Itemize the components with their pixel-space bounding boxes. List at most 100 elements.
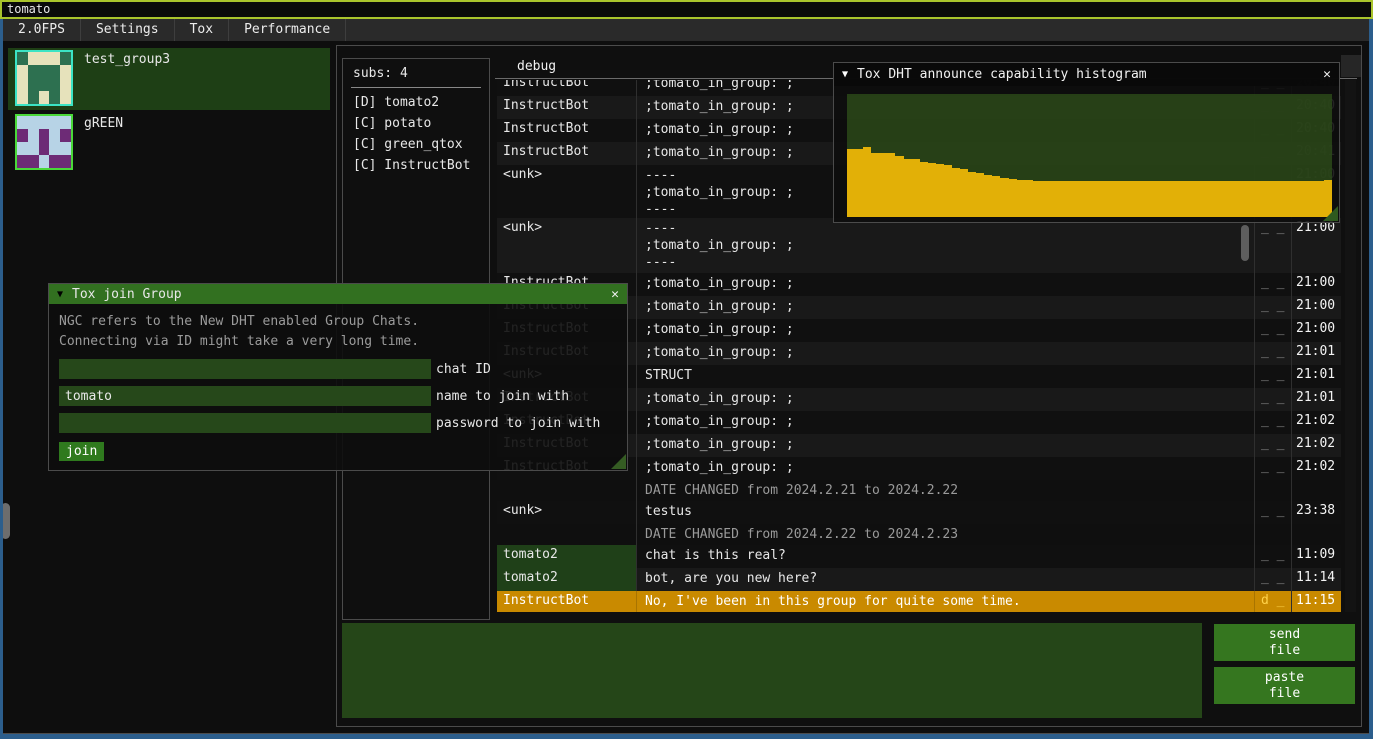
close-icon[interactable]: ✕ (1323, 67, 1331, 82)
sender-name: tomato2 (497, 545, 637, 568)
chat-id-input[interactable] (59, 359, 431, 379)
subs-list: [D] tomato2[C] potato[C] green_qtox[C] I… (343, 92, 489, 176)
histogram-bar (1211, 181, 1219, 217)
menu-item-2-0fps[interactable]: 2.0FPS (3, 19, 81, 41)
histogram-bar (871, 153, 879, 217)
subs-separator (351, 87, 481, 88)
histogram-bar (1017, 180, 1025, 217)
histogram-bar (960, 169, 968, 217)
chat-scrollbar[interactable] (1345, 80, 1356, 612)
resize-grip[interactable] (1323, 206, 1338, 221)
histogram-bar (1227, 181, 1235, 217)
histogram-bar (1299, 181, 1307, 217)
histogram-bar (1243, 181, 1251, 217)
histogram-bar (1130, 181, 1138, 217)
delivery-status: _ _ (1255, 411, 1292, 434)
message-time: 21:00 (1292, 319, 1340, 342)
histogram-bar (879, 153, 887, 217)
resize-grip[interactable] (611, 454, 626, 469)
subs-member[interactable]: [C] green_qtox (343, 134, 489, 155)
message-time: 21:02 (1292, 457, 1340, 480)
chat-row[interactable]: InstructBotNo, I've been in this group f… (497, 591, 1341, 612)
delivery-status: _ _ (1255, 296, 1292, 319)
message-text: ---- ;tomato_in_group: ; ---- (637, 218, 1255, 273)
subs-member[interactable]: [C] potato (343, 113, 489, 134)
delivery-status: _ _ (1255, 273, 1292, 296)
join-name-input[interactable] (59, 386, 431, 406)
sender-name: <unk> (497, 501, 637, 524)
subs-header: subs: 4 (343, 59, 489, 85)
chat-row[interactable]: tomato2bot, are you new here?_ _11:14 (497, 568, 1341, 591)
window-titlebar[interactable]: tomato (0, 0, 1373, 19)
chat-row[interactable]: DATE CHANGED from 2024.2.22 to 2024.2.23 (497, 524, 1341, 545)
chat-row[interactable]: DATE CHANGED from 2024.2.21 to 2024.2.22 (497, 480, 1341, 501)
join-password-label: password to join with (431, 416, 600, 431)
group-avatar (15, 50, 73, 106)
sender-name: InstructBot (497, 80, 637, 96)
menu-bar: 2.0FPSSettingsToxPerformance (3, 19, 1369, 41)
histogram-bar (847, 149, 855, 217)
paste-file-button[interactable]: paste file (1214, 667, 1355, 704)
delivery-status: _ _ (1255, 501, 1292, 524)
menu-item-settings[interactable]: Settings (81, 19, 175, 41)
message-input[interactable] (342, 623, 1202, 718)
histogram-bar (863, 147, 871, 217)
histogram-bar (912, 159, 920, 217)
delivery-status (1255, 524, 1292, 545)
message-text: ;tomato_in_group: ; (637, 296, 1255, 319)
sender-name: <unk> (497, 218, 637, 273)
histogram-window: ▼ Tox DHT announce capability histogram … (833, 62, 1340, 223)
message-time: 11:15 (1292, 591, 1340, 612)
app-window: tomato 2.0FPSSettingsToxPerformance test… (0, 0, 1373, 739)
group-avatar (15, 114, 73, 170)
collapse-arrow-icon[interactable]: ▼ (57, 289, 63, 300)
collapse-arrow-icon[interactable]: ▼ (842, 69, 848, 80)
message-time: 21:01 (1292, 388, 1340, 411)
message-text: ;tomato_in_group: ; (637, 434, 1255, 457)
histogram-bar (1154, 181, 1162, 217)
histogram-bar (1106, 181, 1114, 217)
chat-row[interactable]: tomato2chat is this real?_ _11:09 (497, 545, 1341, 568)
join-name-label: name to join with (431, 389, 569, 404)
histogram-bar (1275, 181, 1283, 217)
join-password-input[interactable] (59, 413, 431, 433)
sender-name (497, 480, 637, 501)
window-title: tomato (7, 2, 50, 16)
group-row-test_group3[interactable]: test_group3 (8, 48, 330, 110)
histogram-window-titlebar[interactable]: ▼ Tox DHT announce capability histogram … (834, 63, 1339, 86)
join-info-text-1: NGC refers to the New DHT enabled Group … (59, 312, 627, 332)
group-name: test_group3 (84, 52, 170, 67)
message-text: ;tomato_in_group: ; (637, 319, 1255, 342)
chat-row[interactable]: <unk>testus_ _23:38 (497, 501, 1341, 524)
message-text: ;tomato_in_group: ; (637, 411, 1255, 434)
histogram-bar (1291, 181, 1299, 217)
message-text: ;tomato_in_group: ; (637, 457, 1255, 480)
close-icon[interactable]: ✕ (611, 287, 619, 302)
window-border-right (1369, 19, 1373, 739)
tab-debug[interactable]: debug (517, 59, 556, 74)
subs-member[interactable]: [C] InstructBot (343, 155, 489, 176)
join-window-titlebar[interactable]: ▼ Tox join Group ✕ (49, 284, 627, 304)
delivery-status: _ _ (1255, 545, 1292, 568)
window-border-bottom (0, 734, 1373, 739)
histogram-bar (1178, 181, 1186, 217)
subs-member[interactable]: [D] tomato2 (343, 92, 489, 113)
menu-item-tox[interactable]: Tox (175, 19, 229, 41)
join-button[interactable]: join (59, 442, 104, 461)
histogram-bar (928, 163, 936, 217)
group-row-gREEN[interactable]: gREEN (8, 112, 330, 174)
chat-row[interactable]: <unk>---- ;tomato_in_group: ; ----_ _21:… (497, 218, 1341, 273)
message-time: 11:09 (1292, 545, 1340, 568)
message-time: 23:38 (1292, 501, 1340, 524)
histogram-bar (1146, 181, 1154, 217)
send-file-button[interactable]: send file (1214, 624, 1355, 661)
histogram-bar (1033, 181, 1041, 217)
message-time: 21:02 (1292, 411, 1340, 434)
menu-item-performance[interactable]: Performance (229, 19, 346, 41)
message-text: ;tomato_in_group: ; (637, 342, 1255, 365)
message-scrollbar[interactable] (1241, 225, 1249, 261)
message-time (1292, 524, 1340, 545)
message-time: 21:00 (1292, 296, 1340, 319)
histogram-bar (1251, 181, 1259, 217)
histogram-bar (920, 162, 928, 217)
